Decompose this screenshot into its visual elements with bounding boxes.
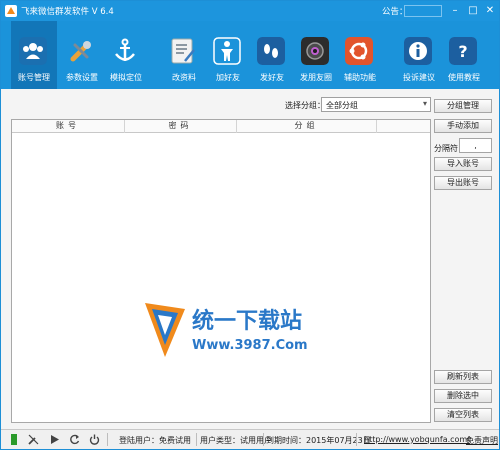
users-icon [19, 37, 47, 65]
status-divider [263, 433, 264, 446]
status-user: 登陆用户：免费试用 [119, 436, 191, 445]
column-header-account[interactable]: 账号 [12, 120, 125, 133]
person-add-icon [213, 37, 241, 65]
play-icon[interactable] [49, 434, 60, 445]
wrench-icon [70, 41, 91, 62]
refresh-list-button[interactable]: 刷新列表 [434, 370, 492, 384]
main-toolbar: 账号管理 参数设置 模拟定位 改资料 加好友 发好友 发朋友圈 辅助功能 投诉建… [1, 21, 499, 89]
svg-text:?: ? [458, 42, 467, 61]
app-logo-icon [5, 5, 17, 17]
anchor-icon [115, 38, 135, 61]
tool-label: 使用教程 [448, 73, 480, 82]
watermark-logo: 统一下载站 Www.3987.Com [145, 303, 308, 357]
status-bar: 登陆用户：免费试用 用户类型：试用用户 到期时间：2015年07月23日 htt… [1, 429, 499, 449]
tool-assist[interactable]: 辅助功能 [337, 21, 383, 89]
power-icon[interactable] [89, 434, 100, 445]
status-divider [196, 433, 197, 446]
ubuntu-icon [345, 37, 373, 65]
website-link[interactable]: http://www.yobqunfa.com/ [364, 435, 470, 444]
column-header-group[interactable]: 分组 [237, 120, 377, 133]
clear-list-button[interactable]: 清空列表 [434, 408, 492, 422]
separator-input[interactable]: , [459, 138, 492, 153]
column-header-password[interactable]: 密码 [125, 120, 237, 133]
minimize-button[interactable]: – [448, 4, 462, 17]
status-user-type: 用户类型：试用用户 [200, 436, 272, 445]
table-header: 账号 密码 分组 [12, 120, 430, 133]
window-title: 飞来微信群发软件 V 6.4 [21, 7, 114, 17]
tool-account-manage[interactable]: 账号管理 [11, 21, 57, 89]
notice-box [404, 5, 442, 17]
chevron-down-icon: ▾ [422, 99, 427, 108]
account-table[interactable]: 账号 密码 分组 统一下载站 Www.3987.Com [11, 119, 431, 423]
footprints-icon [257, 37, 285, 65]
export-accounts-button[interactable]: 导出账号 [434, 176, 492, 190]
tool-simulate-location[interactable]: 模拟定位 [103, 21, 149, 89]
status-indicator-icon [11, 434, 17, 445]
tool-tutorial[interactable]: ? 使用教程 [441, 21, 487, 89]
watermark-title: 统一下载站 [192, 308, 302, 334]
disclaimer-link[interactable]: 免责声明 [466, 435, 498, 446]
manual-add-button[interactable]: 手动添加 [434, 119, 492, 133]
status-divider [107, 433, 108, 446]
group-filter-select[interactable]: 全部分组 ▾ [321, 97, 431, 112]
group-manage-button[interactable]: 分组管理 [434, 99, 492, 113]
content-area: 选择分组： 全部分组 ▾ 账号 密码 分组 统一下载站 Www.3987.Com… [1, 89, 499, 429]
tool-label: 辅助功能 [344, 73, 376, 82]
camera-icon [301, 37, 329, 65]
watermark-url: Www.3987.Com [192, 338, 308, 353]
title-bar: 飞来微信群发软件 V 6.4 公告： – □ ✕ [1, 1, 499, 21]
group-filter-value: 全部分组 [326, 101, 358, 110]
status-expire: 到期时间：2015年07月23日 [266, 436, 371, 445]
help-icon: ? [449, 37, 477, 65]
app-window: 飞来微信群发软件 V 6.4 公告： – □ ✕ 账号管理 参数设置 模拟定位 … [0, 0, 500, 450]
separator-label: 分隔符 [434, 144, 458, 153]
import-accounts-button[interactable]: 导入账号 [434, 157, 492, 171]
tools-icon[interactable] [28, 434, 39, 445]
info-icon [404, 37, 432, 65]
profile-edit-icon [171, 38, 195, 64]
tool-label: 模拟定位 [110, 73, 142, 82]
maximize-button[interactable]: □ [466, 4, 480, 17]
refresh-icon[interactable] [69, 434, 80, 445]
close-button[interactable]: ✕ [483, 4, 497, 17]
group-filter-label: 选择分组： [285, 101, 325, 110]
delete-selected-button[interactable]: 删除选中 [434, 389, 492, 403]
status-divider [356, 433, 357, 446]
